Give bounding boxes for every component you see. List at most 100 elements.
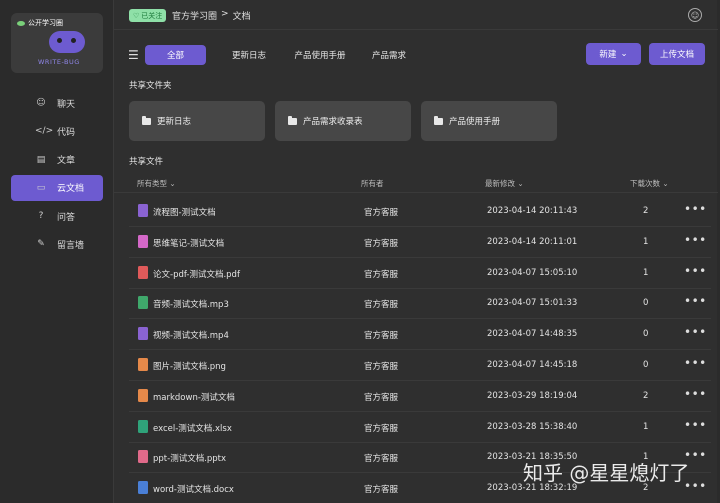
header-owner: 所有者 <box>361 179 384 188</box>
follow-badge-label: 已关注 <box>141 11 163 20</box>
watermark: 知乎 @星星熄灯了 <box>523 461 690 485</box>
chevron-down-icon: ⌄ <box>169 179 176 188</box>
tab-requirements[interactable]: 产品需求 <box>368 45 410 65</box>
breadcrumb: 官方学习圈 > 文档 <box>172 9 251 22</box>
folder-icon <box>142 115 151 125</box>
file-type-icon <box>138 450 148 464</box>
top-bar: ♡ 已关注 官方学习圈 > 文档 ☺ <box>114 0 718 30</box>
table-row[interactable]: 图片-测试文档.png 官方客服 2023-04-07 14:45:18 0 ••• <box>129 350 711 381</box>
file-modified: 2023-04-07 14:48:35 <box>487 329 578 340</box>
file-modified: 2023-04-14 20:11:43 <box>487 206 578 216</box>
file-type-icon <box>138 204 148 217</box>
file-name[interactable]: markdown-测试文档 <box>153 391 235 403</box>
breadcrumb-item-docs[interactable]: 文档 <box>233 9 251 22</box>
header-modified-label: 最新修改 <box>485 179 515 188</box>
sidebar-item[interactable]: ☺ 聊天 <box>11 90 103 116</box>
sidebar-item[interactable]: </> 代码 <box>11 118 103 144</box>
tabs-row: ☰ 全部 更新日志 产品使用手册 产品需求 新建 ⌄ 上传文档 <box>128 43 708 67</box>
file-type-icon <box>138 327 148 341</box>
table-row[interactable]: markdown-测试文档 官方客服 2023-03-29 18:19:04 2 ••• <box>129 381 711 412</box>
file-owner: 官方客服 <box>364 331 399 342</box>
file-modified: 2023-04-14 20:11:01 <box>487 236 578 247</box>
file-type-icon <box>138 234 148 248</box>
file-downloads: 0 <box>643 298 649 309</box>
sidebar-item-label: 文章 <box>57 156 76 167</box>
sidebar-item[interactable]: ▭ 云文档 <box>11 174 103 201</box>
file-downloads: 1 <box>643 236 649 247</box>
main-content: ♡ 已关注 官方学习圈 > 文档 ☺ ☰ 全部 更新日志 产品使用手册 产品需求… <box>113 0 718 503</box>
menu-icon[interactable]: ☰ <box>128 48 139 62</box>
sidebar-item[interactable]: ▤ 文章 <box>11 147 103 173</box>
more-actions-icon[interactable]: ••• <box>684 356 707 370</box>
logo-eye-icon <box>17 20 25 26</box>
file-name[interactable]: 思维笔记-测试文档 <box>153 237 224 249</box>
sidebar-nav: ☺ 聊天 </> 代码 ▤ 文章 ▭ 云文档? 问答 ✎ 留言墙 <box>11 90 103 260</box>
more-actions-icon[interactable]: ••• <box>684 233 707 247</box>
file-owner: 官方客服 <box>364 485 399 496</box>
more-actions-icon[interactable]: ••• <box>684 202 707 216</box>
logo-top-text: 公开学习圈 <box>28 19 63 27</box>
sidebar-item-label: 问答 <box>57 212 76 223</box>
file-modified: 2023-04-07 15:05:10 <box>487 267 578 278</box>
folder-label: 更新日志 <box>157 117 192 127</box>
heart-icon: ♡ <box>133 11 140 20</box>
folder-user-manual[interactable]: 产品使用手册 <box>421 101 557 141</box>
file-type-icon <box>138 358 148 371</box>
more-actions-icon[interactable]: ••• <box>684 325 707 339</box>
tab-all[interactable]: 全部 <box>145 45 206 65</box>
chevron-down-icon: ⌄ <box>662 179 669 188</box>
file-name[interactable]: word-测试文档.docx <box>153 483 234 495</box>
logo-top: 公开学习圈 <box>17 18 63 28</box>
more-actions-icon[interactable]: ••• <box>684 418 707 432</box>
file-owner: 官方客服 <box>364 423 399 434</box>
table-row[interactable]: 音频-测试文档.mp3 官方客服 2023-04-07 15:01:33 0 ••• <box>129 288 711 320</box>
file-owner: 官方客服 <box>364 269 399 280</box>
file-modified: 2023-03-29 18:19:04 <box>487 390 578 401</box>
file-name[interactable]: 视频-测试文档.mp4 <box>153 329 229 341</box>
header-type-label: 所有类型 <box>137 179 167 188</box>
file-owner: 官方客服 <box>364 208 399 218</box>
user-avatar-icon[interactable]: ☺ <box>688 8 702 22</box>
more-actions-icon[interactable]: ••• <box>684 294 707 308</box>
file-owner: 官方客服 <box>364 238 399 249</box>
shared-folders-title: 共享文件夹 <box>129 81 172 91</box>
table-row[interactable]: 流程图-测试文档 官方客服 2023-04-14 20:11:43 2 ••• <box>129 196 711 227</box>
file-name[interactable]: ppt-测试文档.pptx <box>153 452 226 464</box>
file-modified: 2023-03-28 15:38:40 <box>487 421 578 432</box>
sidebar-item-label: 代码 <box>57 127 76 138</box>
folder-icon <box>434 115 443 125</box>
file-name[interactable]: 音频-测试文档.mp3 <box>153 298 229 310</box>
file-modified: 2023-04-07 15:01:33 <box>487 298 578 309</box>
file-owner: 官方客服 <box>364 362 399 372</box>
table-row[interactable]: 论文-pdf-测试文档.pdf 官方客服 2023-04-07 15:05:10 1 •… <box>129 258 711 289</box>
sidebar-item[interactable]: ? 问答 <box>11 203 103 229</box>
table-row[interactable]: 思维笔记-测试文档 官方客服 2023-04-14 20:11:01 1 ••• <box>129 227 711 258</box>
breadcrumb-separator: > <box>221 9 229 19</box>
file-name[interactable]: 图片-测试文档.png <box>153 360 226 372</box>
new-button[interactable]: 新建 ⌄ <box>586 43 641 65</box>
folder-requirements[interactable]: 产品需求收录表 <box>275 101 411 141</box>
header-modified[interactable]: 最新修改 ⌄ <box>485 178 524 189</box>
upload-button[interactable]: 上传文档 <box>649 43 705 65</box>
more-actions-icon[interactable]: ••• <box>684 264 707 278</box>
follow-badge[interactable]: ♡ 已关注 <box>129 9 167 22</box>
folder-changelog[interactable]: 更新日志 <box>129 101 265 141</box>
more-actions-icon[interactable]: ••• <box>684 387 707 401</box>
sidebar: 公开学习圈 WRITE-BUG ☺ 聊天 </> 代码 ▤ 文章 ▭ 云文档? 问答 ✎ 留言墙 <box>0 0 112 503</box>
tab-changelog[interactable]: 更新日志 <box>224 45 274 65</box>
file-downloads: 1 <box>643 267 649 278</box>
question-icon: ? <box>38 211 44 222</box>
app-logo[interactable]: 公开学习圈 WRITE-BUG <box>11 13 103 73</box>
file-owner: 官方客服 <box>364 392 399 403</box>
table-row[interactable]: excel-测试文档.xlsx 官方客服 2023-03-28 15:38:40 1 •… <box>129 412 711 443</box>
header-downloads[interactable]: 下载次数 ⌄ <box>630 178 669 189</box>
file-name[interactable]: 流程图-测试文档 <box>153 206 216 218</box>
file-name[interactable]: excel-测试文档.xlsx <box>153 422 232 434</box>
table-row[interactable]: 视频-测试文档.mp4 官方客服 2023-04-07 14:48:35 0 ••• <box>129 319 711 351</box>
header-type[interactable]: 所有类型 ⌄ <box>137 178 176 189</box>
tab-user-manual[interactable]: 产品使用手册 <box>288 45 352 65</box>
breadcrumb-item-circle[interactable]: 官方学习圈 <box>172 9 217 22</box>
file-name[interactable]: 论文-pdf-测试文档.pdf <box>153 268 240 280</box>
sidebar-item[interactable]: ✎ 留言墙 <box>11 231 103 257</box>
shared-files-title: 共享文件 <box>129 157 164 167</box>
